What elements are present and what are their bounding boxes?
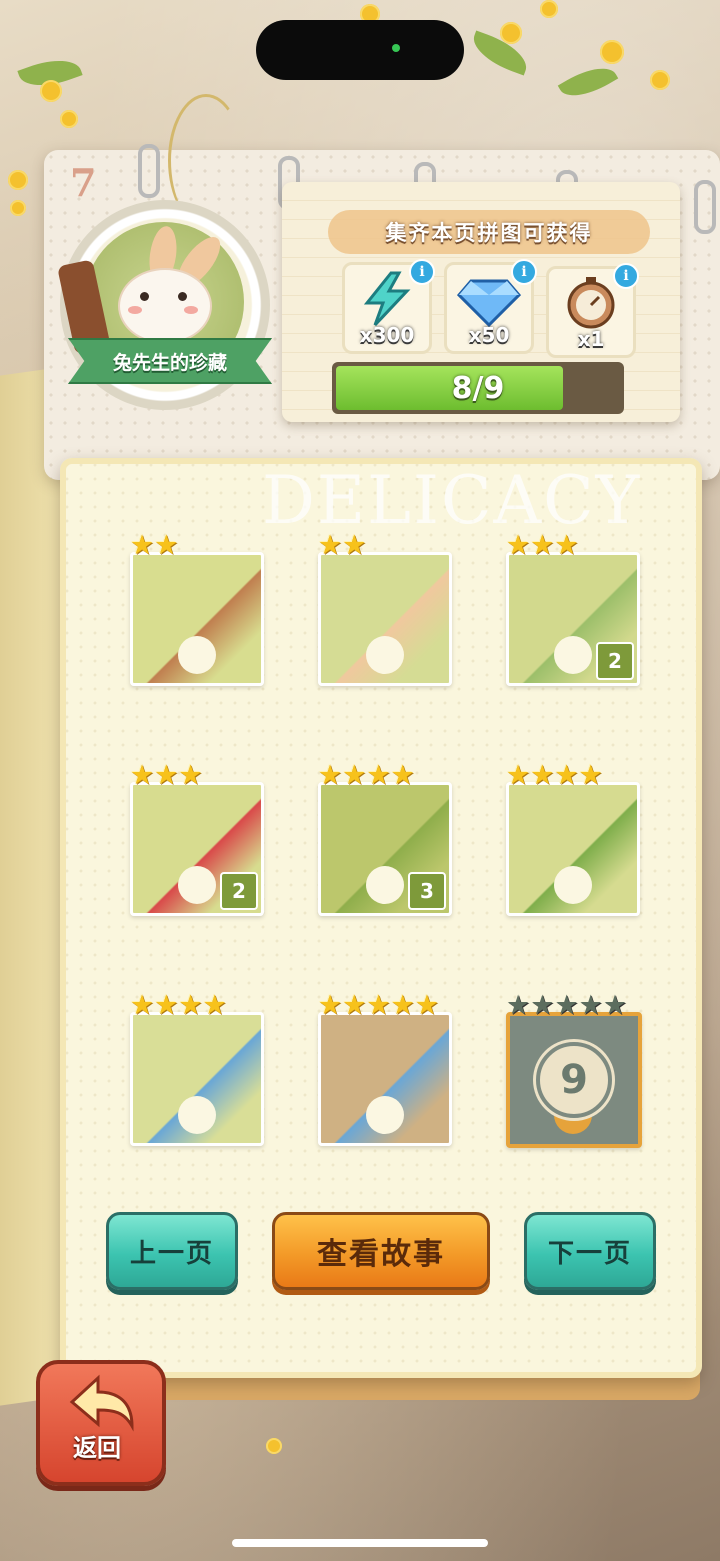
bunny-eye	[178, 292, 187, 301]
info-icon[interactable]: i	[511, 259, 537, 285]
piece-stars: ★ ★	[318, 532, 366, 559]
piece-count-badge: 2	[220, 872, 258, 910]
reward-qty: x300	[359, 323, 415, 347]
star-icon: ★	[554, 760, 579, 791]
star-icon: ★	[342, 990, 367, 1021]
puzzle-knob	[178, 1096, 216, 1134]
device-notch	[256, 20, 464, 80]
puzzle-knob	[366, 866, 404, 904]
star-icon: ★	[130, 530, 155, 561]
locked-piece-number: 9	[536, 1042, 612, 1118]
back-button[interactable]	[36, 1360, 166, 1486]
back-label: 返回	[73, 1434, 121, 1462]
reward-qty: x1	[577, 327, 605, 351]
star-icon: ★	[554, 990, 579, 1021]
reward-item-stopwatch[interactable]: x1 i	[546, 263, 639, 358]
piece-count-badge: 2	[596, 642, 634, 680]
puzzle-knob	[178, 866, 216, 904]
reward-item-diamond[interactable]: x50 i	[444, 259, 537, 354]
star-icon: ★	[506, 990, 531, 1021]
star-icon: ★	[154, 990, 179, 1021]
star-icon: ★	[342, 760, 367, 791]
binder-ring	[694, 180, 716, 234]
star-icon: ★	[178, 760, 203, 791]
reward-qty: x50	[468, 323, 510, 347]
blossom-decoration	[40, 80, 62, 102]
puzzle-knob	[554, 866, 592, 904]
bunny-cheek	[128, 306, 142, 314]
blossom-decoration	[10, 200, 26, 216]
page-watermark: DELICACY	[262, 462, 642, 539]
star-icon: ★	[154, 530, 179, 561]
collection-name-ribbon: 兔先生的珍藏	[68, 338, 272, 384]
piece-stars: ★ ★ ★ ★	[130, 992, 227, 1019]
puzzle-knob	[366, 636, 404, 674]
star-icon: ★	[578, 990, 603, 1021]
blossom-decoration	[500, 22, 522, 44]
star-icon: ★	[202, 990, 227, 1021]
blossom-decoration	[266, 1438, 282, 1454]
piece-stars: ★ ★	[130, 532, 178, 559]
blossom-decoration	[600, 40, 624, 64]
star-icon: ★	[414, 990, 440, 1021]
star-icon: ★	[154, 760, 179, 791]
star-icon: ★	[530, 760, 555, 791]
star-icon: ★	[130, 990, 155, 1021]
bunny-cheek	[184, 306, 198, 314]
star-icon: ★	[578, 760, 603, 791]
piece-stars: ★ ★ ★ ★ ★	[318, 992, 439, 1019]
star-icon: ★	[318, 530, 343, 561]
puzzle-knob	[366, 1096, 404, 1134]
star-icon: ★	[602, 990, 628, 1021]
next-page-button[interactable]: 下一页	[524, 1212, 656, 1290]
star-icon: ★	[318, 990, 343, 1021]
binder-ring	[138, 144, 160, 198]
home-indicator[interactable]	[232, 1539, 488, 1547]
reward-item-energy[interactable]: x300 i	[342, 259, 435, 354]
piece-stars: ★ ★ ★ ★	[506, 762, 603, 789]
blossom-decoration	[8, 170, 28, 190]
star-icon: ★	[530, 990, 555, 1021]
star-icon: ★	[506, 760, 531, 791]
star-icon: ★	[366, 990, 391, 1021]
star-icon: ★	[366, 760, 391, 791]
star-icon: ★	[530, 530, 555, 561]
puzzle-knob	[554, 636, 592, 674]
info-icon[interactable]: i	[613, 263, 639, 289]
blossom-decoration	[650, 70, 670, 90]
piece-stars: ★ ★ ★ ★	[318, 762, 415, 789]
piece-count-badge: 3	[408, 872, 446, 910]
bunny-eye	[140, 292, 149, 301]
reward-title: 集齐本页拼图可获得	[385, 221, 593, 245]
star-icon: ★	[390, 990, 415, 1021]
star-icon: ★	[318, 760, 343, 791]
star-icon: ★	[130, 760, 155, 791]
star-icon: ★	[506, 530, 531, 561]
piece-stars: ★ ★ ★ ★ ★	[506, 992, 627, 1019]
star-icon: ★	[390, 760, 415, 791]
star-icon: ★	[342, 530, 367, 561]
info-icon[interactable]: i	[409, 259, 435, 285]
blossom-decoration	[540, 0, 558, 18]
progress-text: 8/9	[451, 370, 505, 406]
view-story-button[interactable]: 查看故事	[272, 1212, 490, 1290]
star-icon: ★	[554, 530, 579, 561]
page-number: 7	[70, 160, 97, 205]
puzzle-knob	[178, 636, 216, 674]
camera-indicator	[392, 44, 400, 52]
piece-stars: ★ ★ ★	[130, 762, 203, 789]
star-icon: ★	[178, 990, 203, 1021]
piece-stars: ★ ★ ★	[506, 532, 579, 559]
blossom-decoration	[60, 110, 78, 128]
prev-page-button[interactable]: 上一页	[106, 1212, 238, 1290]
